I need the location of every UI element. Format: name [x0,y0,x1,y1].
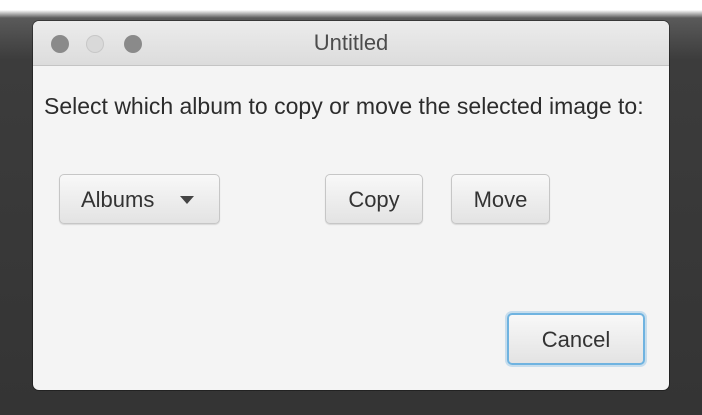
dropdown-arrow-icon [180,196,194,204]
album-select[interactable]: Albums [59,174,220,224]
window-title: Untitled [313,30,389,55]
title-bar[interactable]: Untitled [33,21,669,66]
album-select-value: Albums [81,187,155,212]
dialog-window: Untitled Select which album to copy or m… [33,21,669,390]
dialog-prompt: Select which album to copy or move the s… [44,93,644,119]
cancel-button[interactable]: Cancel [507,313,645,365]
copy-button[interactable]: Copy [325,174,423,224]
move-button[interactable]: Move [451,174,550,224]
